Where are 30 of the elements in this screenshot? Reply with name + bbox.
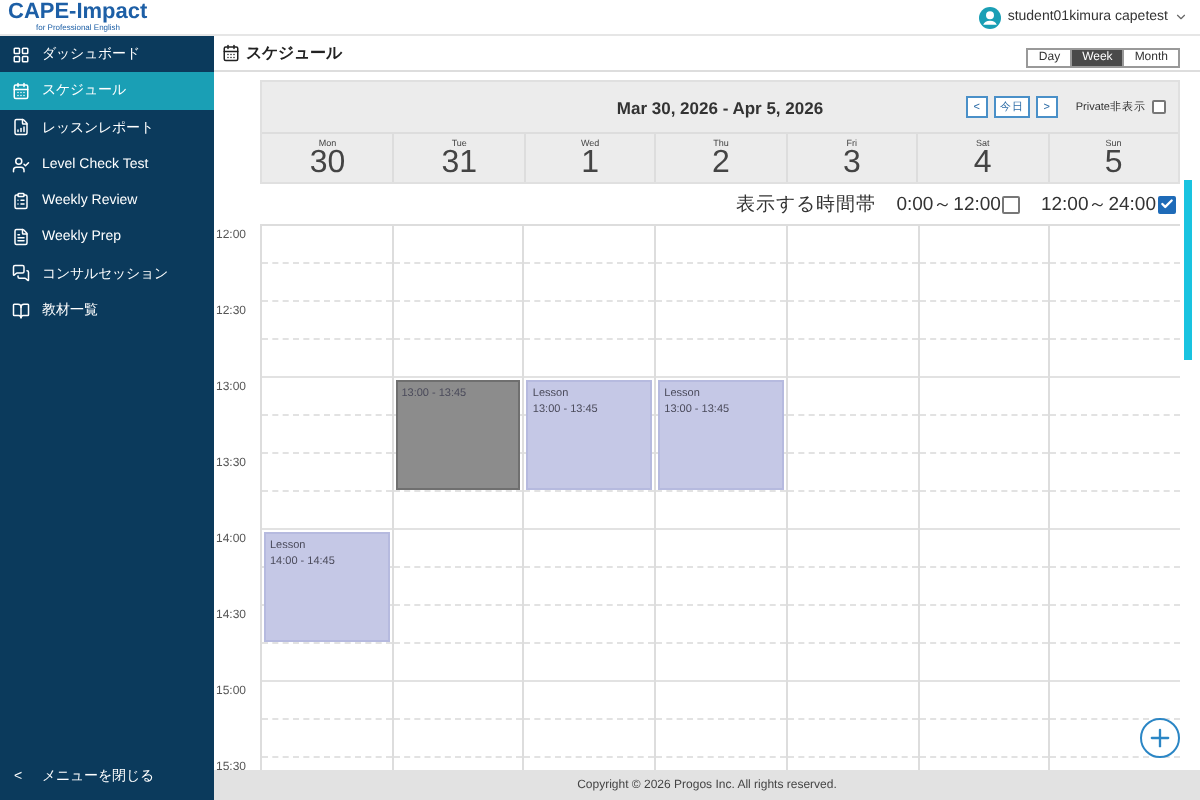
time-range-label: 12:00～24:00 <box>1040 191 1156 217</box>
day-number: 30 <box>309 148 346 180</box>
add-button[interactable] <box>1140 718 1180 758</box>
time-filter-label: 表示する時間帯 <box>736 191 877 217</box>
time-range-label: 0:00～12:00 <box>896 191 1001 217</box>
person-check-icon <box>12 155 30 174</box>
day-number: 2 <box>712 148 730 180</box>
day-number: 5 <box>1104 148 1123 180</box>
grid-icon <box>12 45 30 64</box>
page-title: スケジュール <box>246 42 342 64</box>
day-number: 3 <box>842 148 861 180</box>
day-number: 31 <box>441 148 478 180</box>
calendar-icon <box>222 44 240 62</box>
scrollbar-thumb[interactable] <box>1184 180 1192 360</box>
chevron-down-icon[interactable] <box>1174 10 1188 24</box>
time-range-checkbox[interactable] <box>1002 195 1021 213</box>
book-icon <box>12 301 30 320</box>
document-icon <box>12 228 30 247</box>
date-range: Mar 30, 2026 - Apr 5, 2026 <box>616 97 824 117</box>
clipboard-icon <box>12 191 30 210</box>
time-range-checkbox[interactable] <box>1158 195 1176 213</box>
day-number: 4 <box>973 148 992 180</box>
calendar-icon <box>12 81 30 100</box>
avatar-icon[interactable] <box>977 5 1002 29</box>
day-number: 1 <box>581 148 600 180</box>
plus-icon <box>1146 724 1174 752</box>
logo: CAPE-Impact <box>8 2 148 24</box>
chat-icon <box>12 264 30 283</box>
private-checkbox[interactable] <box>1152 100 1166 114</box>
chart-document-icon <box>12 118 30 137</box>
